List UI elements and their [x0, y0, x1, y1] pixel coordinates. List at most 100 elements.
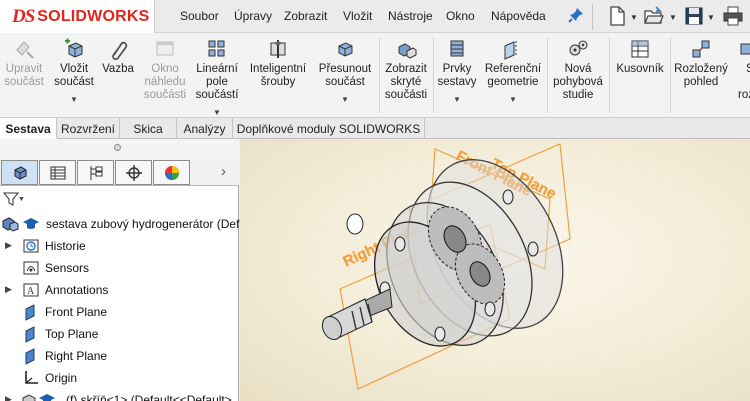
tool-label-line: pohybová: [553, 76, 603, 88]
tool-label-line: Vložit: [59, 63, 89, 75]
display-manager-icon: [164, 165, 179, 180]
menu-upravy[interactable]: Úpravy: [234, 9, 272, 23]
new-dropdown-arrow-icon[interactable]: ▼: [630, 13, 638, 22]
move-component-button[interactable]: Přesunout součást ▼: [314, 33, 376, 106]
tool-label-line: Inteligentní: [249, 63, 307, 75]
preview-window-button[interactable]: Okno náhledu součásti: [140, 33, 190, 102]
menu-soubor[interactable]: Soubor: [180, 9, 219, 23]
assembly-features-icon: [450, 40, 464, 57]
chevron-down-icon[interactable]: ▼: [481, 93, 545, 106]
tool-label-line: Lineární: [196, 63, 238, 75]
smart-fasteners-button[interactable]: Inteligentní šrouby: [244, 33, 312, 89]
tree-item-label: Origin: [45, 371, 78, 385]
tool-label-line: součástí: [195, 89, 239, 101]
preview-window-icon: [156, 41, 174, 56]
chevron-down-icon[interactable]: ▼: [435, 93, 479, 106]
property-manager-icon: [50, 166, 65, 179]
mate-button[interactable]: Vazba: [100, 33, 136, 76]
plane-icon: [25, 304, 35, 321]
panel-tab-strip: ›: [0, 159, 239, 186]
tab-doplnkove-moduly[interactable]: Doplňkové moduly SOLIDWORKS: [233, 118, 425, 139]
exploded-view-button[interactable]: Rozložený pohled: [672, 33, 730, 89]
ribbon-separator: [670, 37, 671, 113]
history-icon: [23, 239, 39, 253]
save-icon[interactable]: [683, 5, 705, 27]
tool-label-line: Rozložený: [674, 63, 728, 75]
tab-dimxpert-manager[interactable]: [115, 160, 152, 185]
tree-item-skrin[interactable]: ▶ (f) skříň<1> (Default<<Default>: [0, 389, 239, 401]
tab-skica[interactable]: Skica: [120, 118, 177, 139]
edit-part-button[interactable]: Upravit součást: [1, 33, 47, 89]
menu-vlozit[interactable]: Vložit: [343, 9, 372, 23]
filter-dropdown-arrow-icon[interactable]: ▼: [18, 196, 25, 203]
pin-icon[interactable]: [567, 6, 585, 24]
tool-label-line: skryté: [390, 76, 422, 88]
tool-label-line: Referenční: [484, 63, 542, 75]
tab-feature-manager[interactable]: [1, 160, 38, 185]
tree-item-annotations[interactable]: ▶ A Annotations: [0, 279, 239, 301]
new-motion-study-button[interactable]: Nová pohybová studie: [549, 33, 607, 102]
ribbon-separator: [379, 37, 380, 113]
bom-button[interactable]: Kusovník: [612, 33, 668, 76]
tool-label-line: sestavy: [437, 76, 477, 88]
tree-item-root-assembly[interactable]: sestava zubový hydrogenerátor (Def: [0, 213, 239, 235]
open-dropdown-arrow-icon[interactable]: ▼: [669, 13, 677, 22]
tree-item-label: Sensors: [45, 261, 90, 275]
panel-splitter-handle[interactable]: [0, 139, 239, 159]
menu-napoveda[interactable]: Nápověda: [491, 9, 546, 23]
tool-label-line: součásti: [384, 89, 428, 101]
tree-item-label: Front Plane: [45, 305, 108, 319]
solidworks-logo[interactable]: DS SOLIDWORKS: [0, 0, 155, 33]
tool-label-line: roz: [738, 89, 750, 101]
expand-arrow-icon[interactable]: ▶: [5, 394, 12, 401]
linear-pattern-button[interactable]: Lineární pole součástí ▼: [192, 33, 242, 119]
tree-item-sensors[interactable]: Sensors: [0, 257, 239, 279]
ds-logo-mark: DS: [12, 5, 35, 27]
menu-okno[interactable]: Okno: [446, 9, 475, 23]
menu-nastroje[interactable]: Nástroje: [388, 9, 433, 23]
model-view[interactable]: Right Plane Front Plane Top Plane: [240, 139, 750, 401]
tab-sestava[interactable]: Sestava: [0, 118, 57, 139]
linear-pattern-icon: [208, 40, 225, 57]
command-tabs: Sestava Rozvržení Skica Analýzy Doplňkov…: [0, 118, 750, 139]
tab-analyzy[interactable]: Analýzy: [177, 118, 233, 139]
move-component-icon: [338, 42, 353, 57]
tab-configuration-manager[interactable]: [77, 160, 114, 185]
tab-display-manager[interactable]: [153, 160, 190, 185]
chevron-down-icon[interactable]: ▼: [48, 93, 100, 106]
reference-geometry-icon: [504, 41, 517, 60]
insert-component-button[interactable]: Vložit součást ▼: [48, 33, 100, 106]
menu-zobrazit[interactable]: Zobrazit: [284, 9, 327, 23]
print-icon[interactable]: [722, 5, 744, 27]
new-document-icon[interactable]: [606, 5, 628, 27]
reference-geometry-button[interactable]: Referenční geometrie ▼: [481, 33, 545, 106]
graphics-area[interactable]: Right Plane Front Plane Top Plane: [240, 139, 750, 401]
assembly-features-button[interactable]: Prvky sestavy ▼: [435, 33, 479, 106]
show-hidden-button[interactable]: Zobrazit skryté součásti: [381, 33, 431, 102]
tree-item-historie[interactable]: ▶ Historie: [0, 235, 239, 257]
tool-label-line: pohled: [683, 76, 719, 88]
part-icon: [22, 394, 36, 401]
chevron-down-icon[interactable]: ▼: [314, 93, 376, 106]
tab-rozvrzeni[interactable]: Rozvržení: [57, 118, 120, 139]
dimxpert-icon: [125, 164, 142, 181]
tree-item-origin[interactable]: Origin: [0, 367, 239, 389]
tree-item-top-plane[interactable]: Top Plane: [0, 323, 239, 345]
open-folder-icon[interactable]: [643, 5, 665, 27]
expand-arrow-icon[interactable]: ▶: [5, 240, 12, 251]
expand-arrow-icon[interactable]: ▶: [5, 284, 12, 295]
tool-label-line: součásti: [143, 89, 187, 101]
tab-property-manager[interactable]: [39, 160, 76, 185]
chevron-right-icon[interactable]: ›: [221, 163, 226, 180]
tree-item-right-plane[interactable]: Right Plane: [0, 345, 239, 367]
save-dropdown-arrow-icon[interactable]: ▼: [707, 13, 715, 22]
command-manager-ribbon: Upravit součást Vložit součást ▼ Vazba O…: [0, 33, 750, 118]
tree-item-front-plane[interactable]: Front Plane: [0, 301, 239, 323]
tree-filter[interactable]: ▼: [0, 187, 239, 211]
grip-dot[interactable]: [114, 144, 121, 151]
explode-line-sketch-button[interactable]: S roz: [734, 33, 750, 102]
origin-icon: [25, 371, 38, 384]
tool-label-line: součást: [325, 76, 365, 88]
tree-item-label: sestava zubový hydrogenerátor (Def: [46, 217, 240, 231]
exploded-view-icon: [692, 40, 710, 58]
